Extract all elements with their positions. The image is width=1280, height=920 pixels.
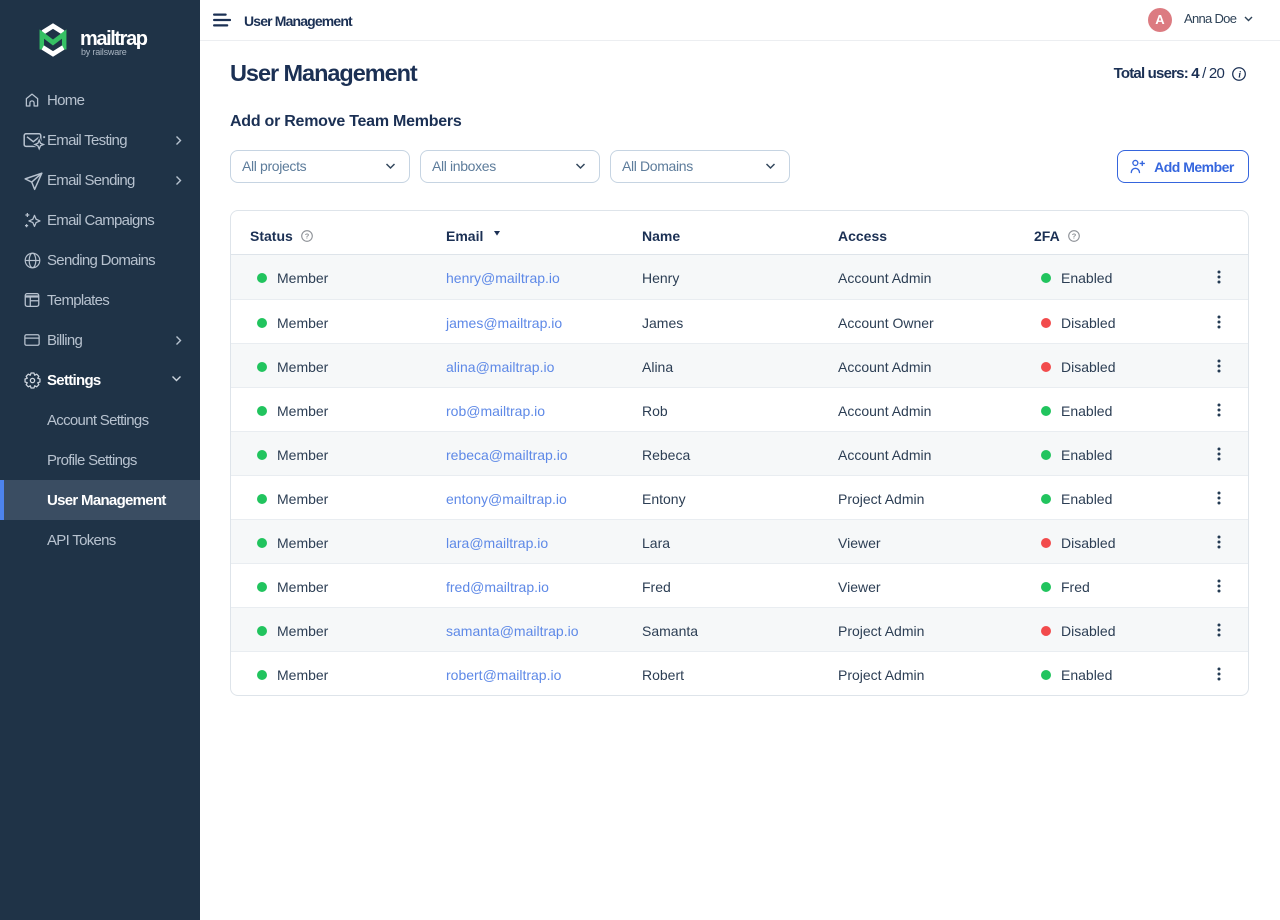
svg-text:?: ? bbox=[305, 232, 310, 241]
svg-text:?: ? bbox=[1071, 232, 1076, 241]
svg-text:i: i bbox=[1238, 70, 1241, 80]
